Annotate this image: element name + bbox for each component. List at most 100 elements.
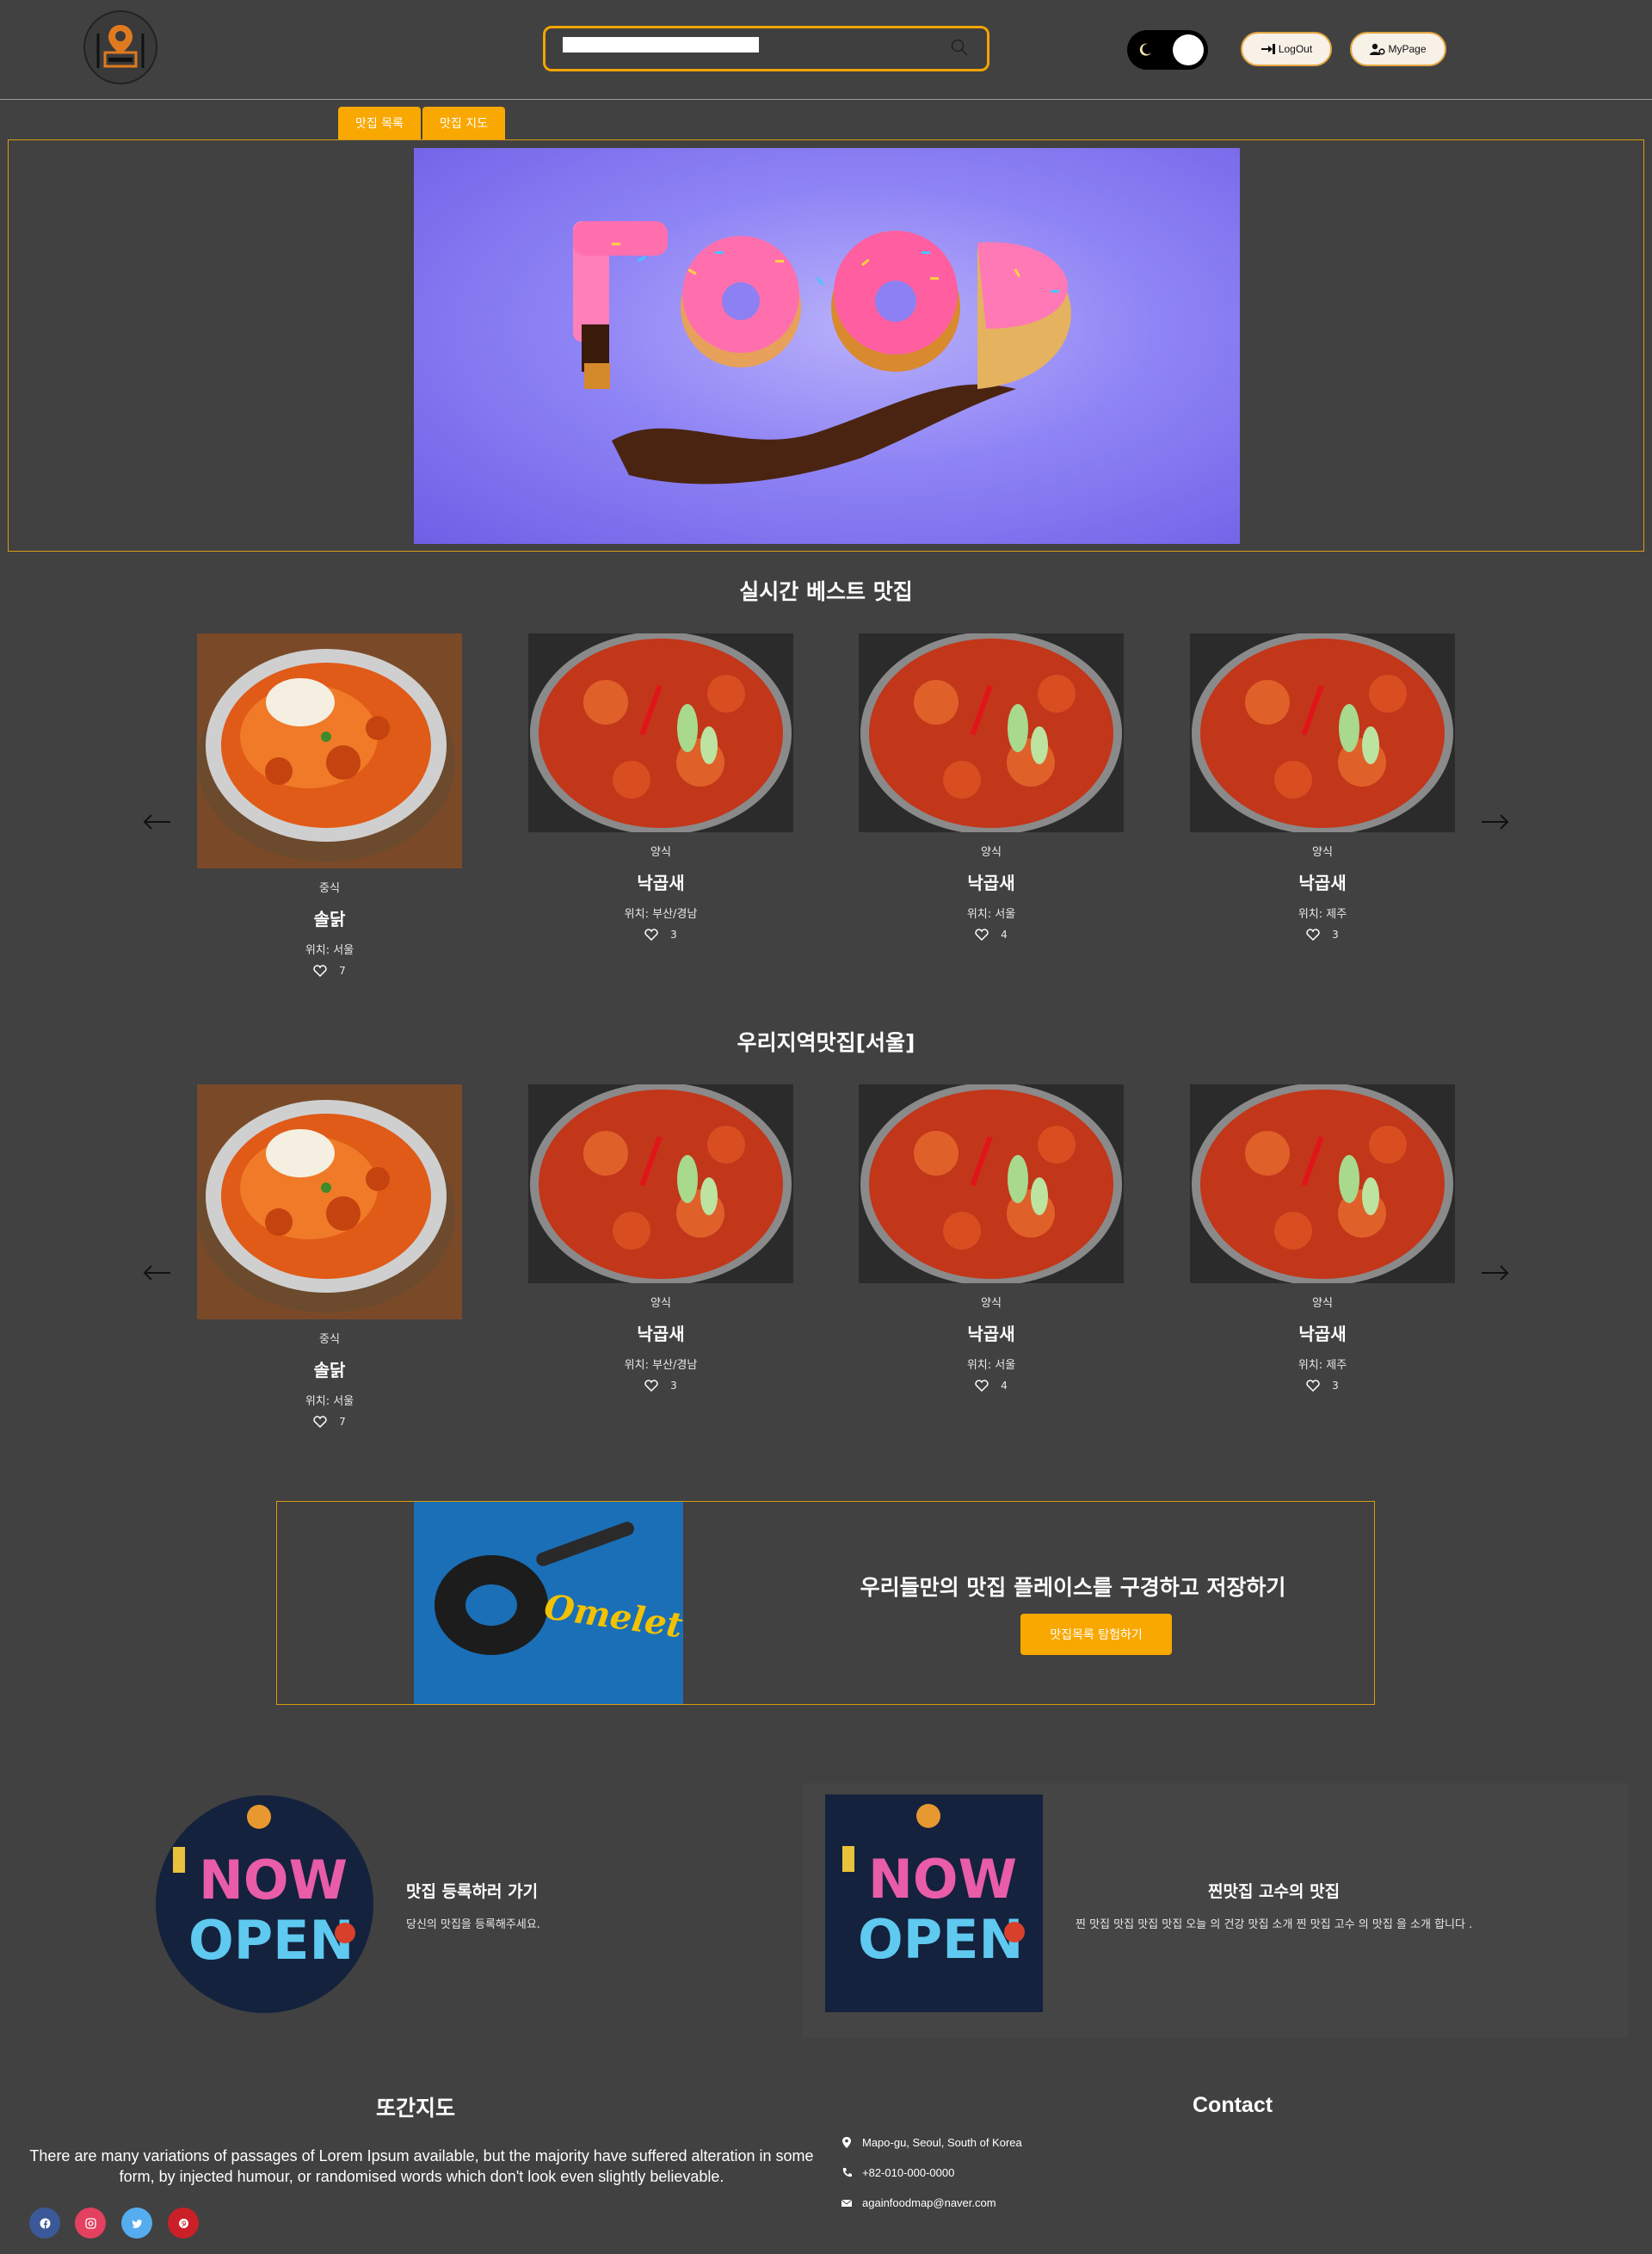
card-category: 양식 xyxy=(981,1297,1002,1310)
card-likes: 3 xyxy=(528,929,793,941)
envelope-icon xyxy=(841,2199,852,2207)
food-photo-nakgopsae xyxy=(1190,633,1455,832)
heart-icon[interactable] xyxy=(644,929,658,941)
local-prev-arrow-icon[interactable] xyxy=(143,1264,172,1281)
food-banner-image: FOOD xyxy=(414,148,1240,544)
explore-list-button[interactable]: 맛집목록 탐험하기 xyxy=(1020,1614,1172,1655)
food-photo-nakgopsae xyxy=(528,1084,793,1283)
local-section-title: 우리지역맛집[서울] xyxy=(737,1030,915,1055)
expert-desc: 찐 맛집 맛집 맛집 맛집 오늘 의 건강 맛집 소개 찐 맛집 고수 의 맛집… xyxy=(1076,1918,1473,1931)
expert-title: 찐맛집 고수의 맛집 xyxy=(1208,1882,1341,1901)
card-category: 양식 xyxy=(981,846,1002,859)
food-photo-nakgopsae xyxy=(859,1084,1124,1283)
card-location: 위치: 부산/경남 xyxy=(624,1359,698,1372)
twitter-icon[interactable] xyxy=(121,2208,152,2239)
register-desc: 당신의 맛집을 등록해주세요. xyxy=(406,1918,540,1931)
local-next-arrow-icon[interactable] xyxy=(1480,1264,1509,1281)
card-likes: 3 xyxy=(1190,1380,1455,1392)
search-input[interactable] xyxy=(563,37,759,52)
open-text: OPEN xyxy=(858,1908,1023,1971)
logout-label: LogOut xyxy=(1278,43,1313,55)
local-card-2[interactable]: 양식 낙곱새 위치: 부산/경남 3 xyxy=(528,1084,793,1392)
best-card-4[interactable]: 양식 낙곱새 위치: 제주 3 xyxy=(1190,633,1455,941)
promo-box: Omelette 우리들만의 맛집 플레이스를 구경하고 저장하기 맛집목록 탐… xyxy=(276,1501,1375,1705)
instagram-icon[interactable] xyxy=(75,2208,106,2239)
contact-title: Contact xyxy=(1193,2093,1273,2117)
card-location: 위치: 서울 xyxy=(966,1359,1016,1372)
card-category: 양식 xyxy=(1312,846,1333,859)
food-photo-nakgopsae xyxy=(859,633,1124,832)
card-name: 솔닭 xyxy=(313,909,346,929)
mypage-label: MyPage xyxy=(1388,43,1427,55)
card-name: 낙곱새 xyxy=(1298,1324,1347,1344)
food-photo-nakgopsae xyxy=(528,633,793,832)
heart-icon[interactable] xyxy=(975,929,989,941)
contact-phone: +82-010-000-0000 xyxy=(841,2166,954,2179)
card-likes: 3 xyxy=(1190,929,1455,941)
best-card-1[interactable]: 중식 솔닭 위치: 서울 7 xyxy=(197,633,462,977)
best-card-3[interactable]: 양식 낙곱새 위치: 서울 4 xyxy=(859,633,1124,941)
like-count: 3 xyxy=(670,929,677,941)
card-category: 양식 xyxy=(1312,1297,1333,1310)
local-card-4[interactable]: 양식 낙곱새 위치: 제주 3 xyxy=(1190,1084,1455,1392)
promo-title: 우리들만의 맛집 플레이스를 구경하고 저장하기 xyxy=(860,1575,1286,1600)
tab-label: 맛집 지도 xyxy=(440,117,488,131)
like-count: 3 xyxy=(1332,929,1339,941)
heart-icon[interactable] xyxy=(975,1380,989,1392)
logo-map-pin-icon xyxy=(96,25,145,68)
heart-icon[interactable] xyxy=(1306,929,1320,941)
now-open-image-circle[interactable]: NOW OPEN xyxy=(156,1795,373,2013)
banner-image-text: FOOD xyxy=(827,509,829,510)
contact-email[interactable]: againfoodmap@naver.com xyxy=(841,2196,996,2209)
card-likes: 4 xyxy=(859,1380,1124,1392)
card-location: 위치: 서울 xyxy=(305,944,354,957)
best-next-arrow-icon[interactable] xyxy=(1480,813,1509,831)
like-count: 3 xyxy=(670,1380,677,1392)
search-icon[interactable] xyxy=(949,37,970,58)
logout-button[interactable]: LogOut xyxy=(1241,32,1332,66)
card-location: 위치: 부산/경남 xyxy=(624,908,698,921)
hero-banner: FOOD xyxy=(8,139,1644,552)
card-category: 중식 xyxy=(319,1333,340,1346)
card-name: 낙곱새 xyxy=(637,873,685,893)
card-likes: 3 xyxy=(528,1380,793,1392)
register-title[interactable]: 맛집 등록하러 가기 xyxy=(406,1879,538,1902)
now-open-image-square[interactable]: NOW OPEN xyxy=(825,1794,1043,2012)
contact-address: Mapo-gu, Seoul, South of Korea xyxy=(841,2136,1022,2149)
moon-icon xyxy=(1139,43,1151,56)
user-gear-icon xyxy=(1370,43,1386,55)
open-text: OPEN xyxy=(188,1909,354,1972)
facebook-icon[interactable] xyxy=(29,2208,60,2239)
mypage-button[interactable]: MyPage xyxy=(1350,32,1446,66)
heart-icon[interactable] xyxy=(644,1380,658,1392)
heart-icon[interactable] xyxy=(313,965,327,977)
heart-icon[interactable] xyxy=(313,1416,327,1428)
like-count: 4 xyxy=(1001,929,1008,941)
heart-icon[interactable] xyxy=(1306,1380,1320,1392)
best-section-title: 실시간 베스트 맛집 xyxy=(739,579,913,604)
header: LogOut MyPage xyxy=(0,0,1652,100)
tab-restaurant-list[interactable]: 맛집 목록 xyxy=(338,107,421,139)
card-location: 위치: 제주 xyxy=(1298,1359,1347,1372)
email-text[interactable]: againfoodmap@naver.com xyxy=(862,2196,996,2209)
like-count: 7 xyxy=(339,1416,346,1428)
dark-mode-toggle[interactable] xyxy=(1127,30,1208,70)
card-location: 위치: 제주 xyxy=(1298,908,1347,921)
food-photo-nakgopsae xyxy=(1190,1084,1455,1283)
logo[interactable] xyxy=(83,10,157,84)
local-card-1[interactable]: 중식 솔닭 위치: 서울 7 xyxy=(197,1084,462,1428)
best-card-2[interactable]: 양식 낙곱새 위치: 부산/경남 3 xyxy=(528,633,793,941)
toggle-knob xyxy=(1173,34,1204,65)
pinterest-icon[interactable] xyxy=(168,2208,199,2239)
card-likes: 7 xyxy=(197,1416,462,1428)
best-prev-arrow-icon[interactable] xyxy=(143,813,172,831)
tab-restaurant-map[interactable]: 맛집 지도 xyxy=(422,107,505,139)
card-likes: 4 xyxy=(859,929,1124,941)
card-name: 솔닭 xyxy=(313,1360,346,1380)
address-text: Mapo-gu, Seoul, South of Korea xyxy=(862,2136,1022,2149)
local-card-3[interactable]: 양식 낙곱새 위치: 서울 4 xyxy=(859,1084,1124,1392)
footer-brand: 또간지도 xyxy=(376,2096,456,2121)
card-category: 양식 xyxy=(650,1297,671,1310)
card-category: 양식 xyxy=(650,846,671,859)
tab-label: 맛집 목록 xyxy=(355,117,404,131)
